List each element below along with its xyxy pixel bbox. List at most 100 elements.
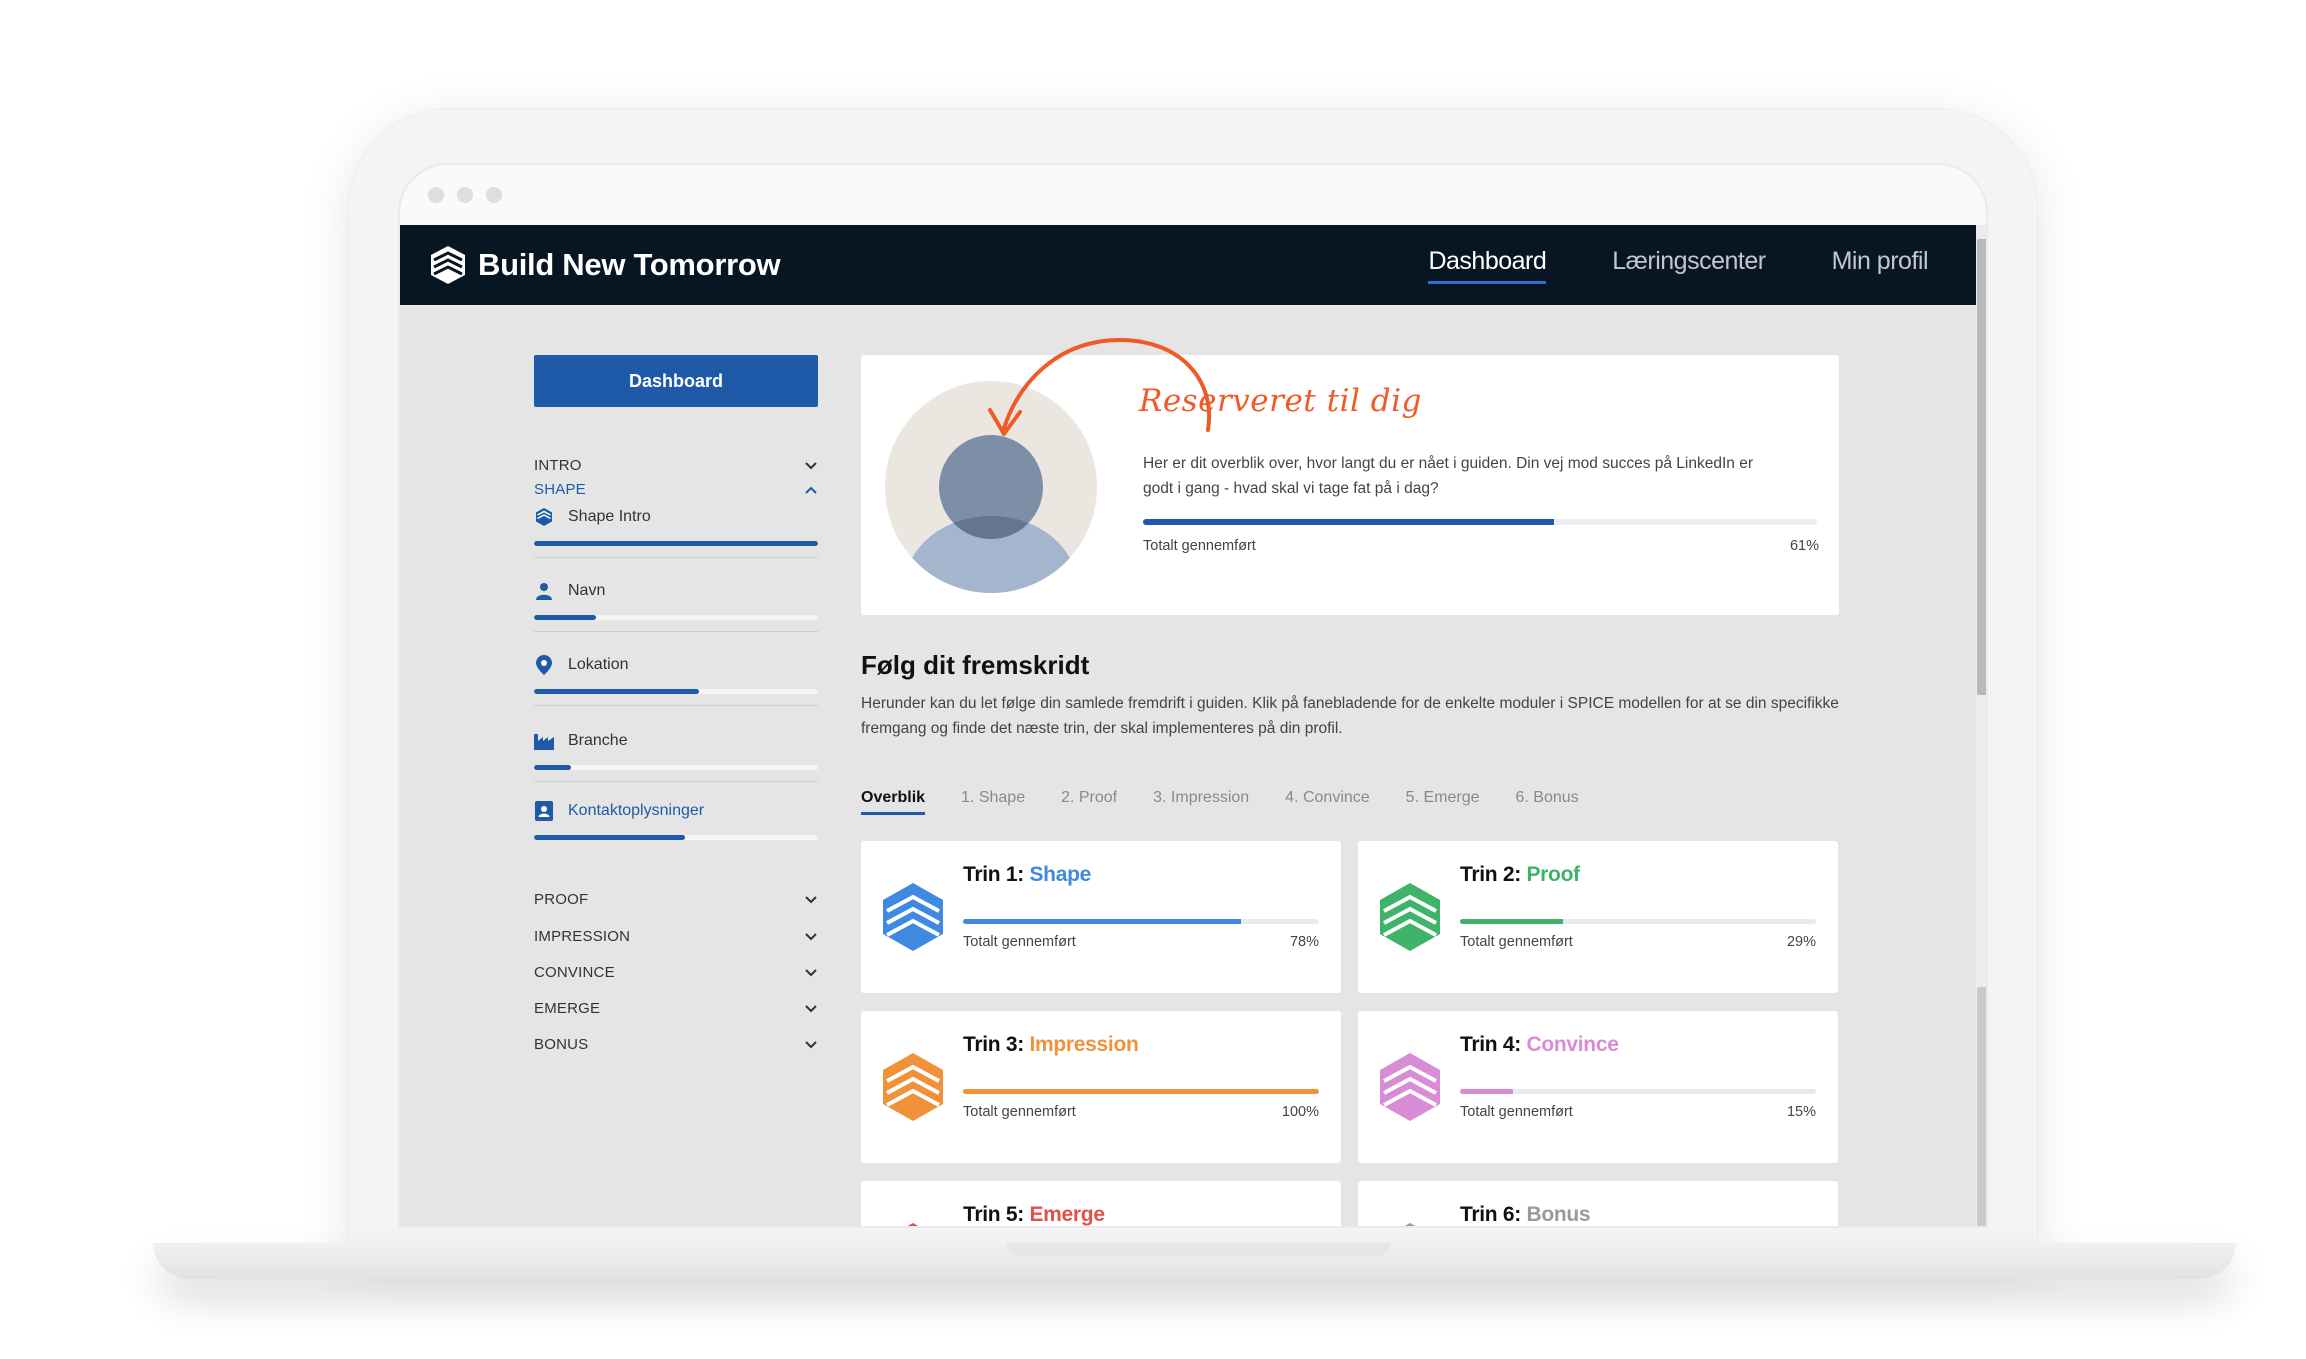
- chevron-up-icon: [804, 483, 818, 497]
- section-label: BONUS: [534, 1036, 589, 1053]
- sidebar-section-proof[interactable]: PROOF: [534, 891, 818, 908]
- total-progress-percent: 61%: [1789, 538, 1819, 554]
- module-card-shape[interactable]: Trin 1: Shape Totalt gennemført 78%: [861, 841, 1341, 993]
- module-tabs: Overblik 1. Shape 2. Proof 3. Impression…: [861, 789, 1579, 815]
- module-title: Trin 3: Impression: [963, 1033, 1139, 1057]
- sidebar-item-kontaktoplysninger[interactable]: Kontaktoplysninger: [534, 801, 818, 840]
- module-name: Shape: [1029, 863, 1091, 886]
- tab-emerge[interactable]: 5. Emerge: [1406, 789, 1480, 815]
- module-card-proof[interactable]: Trin 2: Proof Totalt gennemført 29%: [1358, 841, 1838, 993]
- module-progress-label: Totalt gennemført: [1460, 1104, 1573, 1120]
- section-label: IMPRESSION: [534, 928, 631, 945]
- sidebar-item-label: Lokation: [568, 656, 629, 673]
- module-prefix: Trin 1:: [963, 863, 1024, 886]
- annotation-arrow-icon: [988, 337, 1212, 436]
- nav-min-profil[interactable]: Min profil: [1832, 247, 1929, 284]
- module-card-emerge[interactable]: Trin 5: Emerge: [861, 1181, 1341, 1226]
- divider: [534, 705, 818, 706]
- section-label: CONVINCE: [534, 964, 615, 981]
- progress-bar: [534, 689, 818, 694]
- sidebar-item-label: Shape Intro: [568, 508, 651, 525]
- module-prefix: Trin 3:: [963, 1033, 1024, 1056]
- main-nav: Dashboard Læringscenter Min profil: [1428, 247, 1929, 284]
- window-dot-maximize[interactable]: [486, 187, 502, 203]
- sidebar-item-lokation[interactable]: Lokation: [534, 655, 818, 706]
- chevron-down-icon: [804, 966, 818, 980]
- section-description: Herunder kan du let følge din samlede fr…: [861, 695, 1839, 737]
- module-name: Impression: [1029, 1033, 1139, 1056]
- scrollbar-lower: [1977, 987, 1986, 1226]
- module-card-impression[interactable]: Trin 3: Impression Totalt gennemført 100…: [861, 1011, 1341, 1163]
- module-title: Trin 2: Proof: [1460, 863, 1580, 887]
- top-navigation: Build New Tomorrow Dashboard Læringscent…: [400, 225, 1976, 305]
- section-label: EMERGE: [534, 1000, 601, 1017]
- module-progress-percent: 78%: [1289, 934, 1319, 950]
- brand-logo-icon: [428, 244, 468, 286]
- window-dot-close[interactable]: [428, 187, 444, 203]
- proof-module-icon: [1378, 881, 1442, 958]
- chevron-down-icon: [804, 893, 818, 907]
- tab-impression[interactable]: 3. Impression: [1153, 789, 1249, 815]
- module-progress-percent: 29%: [1786, 934, 1816, 950]
- module-progress-bar: [1460, 919, 1816, 924]
- nav-dashboard[interactable]: Dashboard: [1428, 247, 1547, 284]
- module-title: Trin 1: Shape: [963, 863, 1091, 887]
- sidebar-section-intro[interactable]: INTRO: [534, 457, 818, 474]
- module-name: Proof: [1526, 863, 1580, 886]
- module-name: Bonus: [1526, 1203, 1591, 1226]
- shape-logo-icon: [534, 507, 554, 527]
- module-name: Emerge: [1029, 1203, 1105, 1226]
- sidebar-section-convince[interactable]: CONVINCE: [534, 964, 818, 981]
- module-card-bonus[interactable]: Trin 6: Bonus: [1358, 1181, 1838, 1226]
- module-title: Trin 5: Emerge: [963, 1203, 1105, 1226]
- section-label: SHAPE: [534, 481, 586, 498]
- module-progress-bar: [963, 919, 1319, 924]
- module-title: Trin 4: Convince: [1460, 1033, 1619, 1057]
- sidebar-section-shape[interactable]: SHAPE: [534, 481, 818, 498]
- convince-module-icon: [1378, 1051, 1442, 1128]
- location-pin-icon: [534, 655, 554, 675]
- window-controls: [428, 187, 502, 203]
- progress-bar: [534, 541, 818, 546]
- tab-convince[interactable]: 4. Convince: [1285, 789, 1370, 815]
- shape-module-icon: [881, 881, 945, 958]
- chevron-down-icon: [804, 1002, 818, 1016]
- nav-laeringscenter[interactable]: Læringscenter: [1612, 247, 1766, 284]
- sidebar-section-emerge[interactable]: EMERGE: [534, 1000, 818, 1017]
- module-prefix: Trin 4:: [1460, 1033, 1521, 1056]
- brand[interactable]: Build New Tomorrow: [428, 244, 781, 286]
- divider: [534, 781, 818, 782]
- tab-shape[interactable]: 1. Shape: [961, 789, 1025, 815]
- tab-proof[interactable]: 2. Proof: [1061, 789, 1117, 815]
- industry-icon: [534, 731, 554, 751]
- chevron-down-icon: [804, 1038, 818, 1052]
- module-card-convince[interactable]: Trin 4: Convince Totalt gennemført 15%: [1358, 1011, 1838, 1163]
- module-progress-bar: [963, 1089, 1319, 1094]
- module-prefix: Trin 5:: [963, 1203, 1024, 1226]
- progress-bar: [534, 615, 818, 620]
- section-label: INTRO: [534, 457, 582, 474]
- sidebar-item-branche[interactable]: Branche: [534, 731, 818, 782]
- sidebar-item-navn[interactable]: Navn: [534, 581, 818, 632]
- dashboard-button[interactable]: Dashboard: [534, 355, 818, 407]
- module-progress-bar: [1460, 1089, 1816, 1094]
- section-title: Følg dit fremskridt: [861, 650, 1090, 680]
- sidebar-item-label: Kontaktoplysninger: [568, 802, 705, 819]
- browser-window: Build New Tomorrow Dashboard Læringscent…: [398, 163, 1988, 1228]
- tab-bonus[interactable]: 6. Bonus: [1515, 789, 1578, 815]
- scrollbar-thumb[interactable]: [1977, 239, 1986, 695]
- progress-bar: [534, 835, 818, 840]
- sidebar-item-shape-intro[interactable]: Shape Intro: [534, 507, 818, 558]
- module-progress-percent: 15%: [1786, 1104, 1816, 1120]
- brand-name: Build New Tomorrow: [478, 247, 781, 282]
- window-dot-minimize[interactable]: [457, 187, 473, 203]
- tab-overblik[interactable]: Overblik: [861, 789, 926, 815]
- module-progress-label: Totalt gennemført: [963, 1104, 1076, 1120]
- page-viewport: Build New Tomorrow Dashboard Læringscent…: [400, 225, 1986, 1226]
- contact-card-icon: [534, 801, 554, 821]
- profile-description: Her er dit overblik over, hvor langt du …: [1143, 455, 1753, 497]
- laptop-notch: [1006, 1243, 1391, 1256]
- bonus-module-icon: [1378, 1221, 1442, 1226]
- sidebar-section-bonus[interactable]: BONUS: [534, 1036, 818, 1053]
- sidebar-section-impression[interactable]: IMPRESSION: [534, 928, 818, 945]
